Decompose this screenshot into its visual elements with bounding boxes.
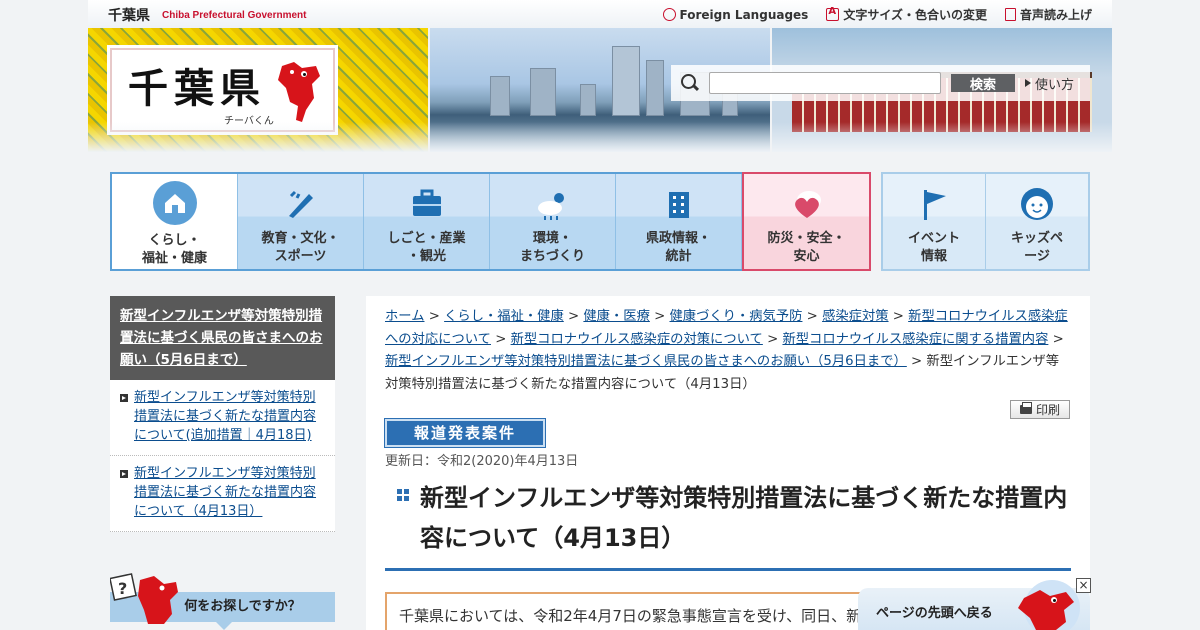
updated-date: 更新日：令和2(2020)年4月13日 xyxy=(385,454,579,469)
main-content: ホーム > くらし・福祉・健康 > 健康・医療 > 健康づくり・病気予防 > 感… xyxy=(366,296,1090,630)
usage-label: 使い方 xyxy=(1035,77,1075,93)
breadcrumb-separator: > xyxy=(490,331,511,347)
breadcrumb-link[interactable]: 新型インフルエンザ等対策特別措置法に基づく県民の皆さまへのお願い（5月6日まで） xyxy=(385,354,907,369)
sub-nav: イベント 情報 キッズペ ージ xyxy=(881,172,1090,271)
search-usage-link[interactable]: 使い方 xyxy=(1025,74,1074,93)
breadcrumb-link-home[interactable]: ホーム xyxy=(385,309,425,324)
local-nav: 新型インフルエンザ等対策特別措置法に基づく県民の皆さまへのお願い（5月6日まで）… xyxy=(110,296,335,532)
weather-icon xyxy=(537,193,564,220)
back-to-top-label: ページの先頭へ戻る xyxy=(876,606,993,621)
find-prompt-arrow xyxy=(216,622,232,630)
prefecture-name[interactable]: 千葉県 xyxy=(108,5,150,25)
rapeseed-field-photo: 千葉県 チーバくん xyxy=(88,28,428,152)
breadcrumb-link[interactable]: くらし・福祉・健康 xyxy=(444,309,564,324)
house-icon xyxy=(152,181,197,225)
nav-label: しごと・産業 ・観光 xyxy=(387,231,466,264)
speaker-icon xyxy=(1004,8,1016,21)
breadcrumb-separator: > xyxy=(762,331,783,347)
title-bullet-icon xyxy=(397,489,409,501)
text-size-color-link[interactable]: 文字サイズ・色合いの変更 xyxy=(826,6,987,23)
nav-prefectural-info-stats[interactable]: 県政情報・ 統計 xyxy=(616,174,742,269)
text-size-label: 文字サイズ・色合いの変更 xyxy=(843,8,987,22)
site-logo[interactable]: 千葉県 チーバくん xyxy=(110,48,335,132)
search-icon xyxy=(681,74,699,92)
building-icon xyxy=(668,192,689,218)
top-bar: 千葉県 Chiba Prefectural Government Foreign… xyxy=(88,0,1112,28)
search-input[interactable] xyxy=(709,72,941,94)
local-nav-item[interactable]: 新型インフルエンザ等対策特別措置法に基づく新たな措置内容について(追加措置｜4月… xyxy=(110,380,335,456)
nav-living-welfare-health[interactable]: くらし・ 福祉・健康 xyxy=(112,174,238,269)
kid-face-icon xyxy=(1021,188,1053,220)
breadcrumb-link[interactable]: 健康・医療 xyxy=(583,309,649,324)
breadcrumb-link[interactable]: 健康づくり・病気予防 xyxy=(669,309,802,324)
breadcrumb-separator: > xyxy=(802,309,823,324)
foreign-languages-link[interactable]: Foreign Languages xyxy=(662,6,809,23)
local-nav-link[interactable]: 新型インフルエンザ等対策特別措置法に基づく新たな措置内容について（4月13日） xyxy=(134,466,316,519)
nav-label: 教育・文化・ スポーツ xyxy=(261,231,340,264)
site-header: 千葉県 Chiba Prefectural Government Foreign… xyxy=(88,0,1112,155)
nav-label: 防災・安全・ 安心 xyxy=(767,231,846,264)
local-nav-list: 新型インフルエンザ等対策特別措置法に基づく新たな措置内容について(追加措置｜4月… xyxy=(110,380,335,532)
heart-icon xyxy=(794,191,821,218)
global-nav: くらし・ 福祉・健康 教育・文化・ スポーツ しごと・産業 ・観光 環境・ まち… xyxy=(110,172,871,271)
nav-label: キッズペ ージ xyxy=(1010,231,1063,264)
briefcase-icon xyxy=(412,189,441,216)
header-banner: 千葉県 チーバくん 検索 使い方 xyxy=(88,28,1112,152)
nav-label: くらし・ 福祉・健康 xyxy=(141,233,207,266)
chiba-kun-mascot-icon xyxy=(278,62,320,122)
nav-environment-town[interactable]: 環境・ まちづくり xyxy=(490,174,616,269)
nav-label: 県政情報・ 統計 xyxy=(645,231,711,264)
local-nav-link[interactable]: 新型インフルエンザ等対策特別措置法に基づく新たな措置内容について(追加措置｜4月… xyxy=(134,390,316,443)
svg-text:?: ? xyxy=(118,579,127,598)
globe-icon xyxy=(662,8,676,21)
read-aloud-label: 音声読み上げ xyxy=(1019,8,1092,22)
breadcrumb-separator: > xyxy=(424,309,445,324)
breadcrumb-link[interactable]: 感染症対策 xyxy=(822,309,888,324)
read-aloud-link[interactable]: 音声読み上げ xyxy=(1004,6,1092,23)
chiba-kun-question-icon: ? xyxy=(110,573,178,624)
breadcrumb-link[interactable]: 新型コロナウイルス感染症の対策について xyxy=(511,332,763,347)
site-search: 検索 使い方 xyxy=(671,65,1090,101)
print-label: 印刷 xyxy=(1035,403,1060,417)
print-button[interactable]: 印刷 xyxy=(1010,400,1070,419)
breadcrumb-separator: > xyxy=(906,354,927,369)
logo-text: 千葉県 xyxy=(128,65,266,112)
pen-icon xyxy=(288,190,313,218)
arrow-right-icon xyxy=(1025,79,1031,87)
nav-label: 環境・ まちづくり xyxy=(519,231,585,264)
flag-icon xyxy=(924,190,946,220)
breadcrumb-separator: > xyxy=(888,309,909,324)
nav-work-industry-tourism[interactable]: しごと・産業 ・観光 xyxy=(364,174,490,269)
page-title: 新型インフルエンザ等対策特別措置法に基づく新たな措置内容について（4月13日） xyxy=(420,484,1068,552)
close-button[interactable]: × xyxy=(1076,578,1091,593)
local-nav-heading[interactable]: 新型インフルエンザ等対策特別措置法に基づく県民の皆さまへのお願い（5月6日まで） xyxy=(110,296,335,380)
breadcrumb: ホーム > くらし・福祉・健康 > 健康・医療 > 健康づくり・病気予防 > 感… xyxy=(385,306,1071,396)
nav-disaster-safety[interactable]: 防災・安全・ 安心 xyxy=(742,172,871,271)
foreign-languages-label: Foreign Languages xyxy=(679,7,809,22)
search-button[interactable]: 検索 xyxy=(951,74,1015,93)
utility-links: Foreign Languages 文字サイズ・色合いの変更 音声読み上げ xyxy=(662,6,1092,23)
printer-icon xyxy=(1019,402,1032,414)
title-divider xyxy=(385,568,1071,571)
press-release-badge: 報道発表案件 xyxy=(384,418,546,448)
breadcrumb-separator: > xyxy=(1048,331,1064,347)
local-nav-item[interactable]: 新型インフルエンザ等対策特別措置法に基づく新たな措置内容について（4月13日） xyxy=(110,456,335,532)
text-size-icon xyxy=(826,6,840,21)
logo-subtitle: チーバくん xyxy=(224,116,274,127)
nav-label: イベント 情報 xyxy=(907,231,960,264)
local-nav-heading-text: 新型インフルエンザ等対策特別措置法に基づく県民の皆さまへのお願い（5月6日まで） xyxy=(120,308,323,368)
prefecture-name-english[interactable]: Chiba Prefectural Government xyxy=(162,10,306,21)
nav-kids-page[interactable]: キッズペ ージ xyxy=(986,174,1088,269)
nav-events[interactable]: イベント 情報 xyxy=(883,174,986,269)
find-prompt[interactable]: 何をお探しですか？ ? xyxy=(110,570,335,630)
breadcrumb-link[interactable]: 新型コロナウイルス感染症に関する措置内容 xyxy=(782,332,1048,347)
breadcrumb-separator: > xyxy=(649,309,670,324)
breadcrumb-separator: > xyxy=(563,309,584,324)
nav-education-culture-sports[interactable]: 教育・文化・ スポーツ xyxy=(238,174,364,269)
